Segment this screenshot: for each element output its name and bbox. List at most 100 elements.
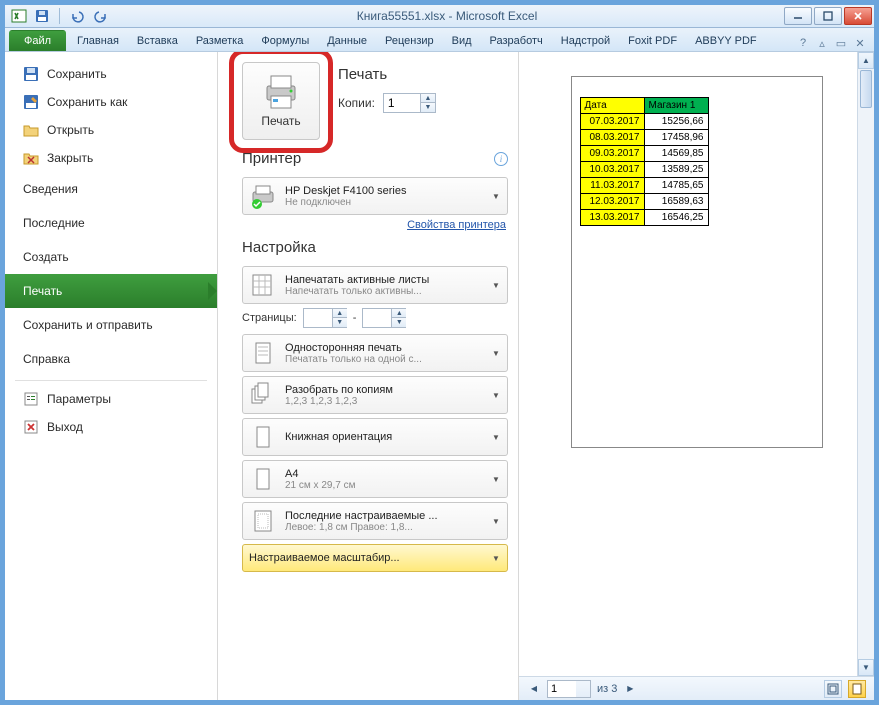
menu-options[interactable]: Параметры [5,385,217,413]
dd-title: Последние настраиваемые ... [285,510,483,522]
menu-open[interactable]: Открыть [5,116,217,144]
page-number-input[interactable] [547,680,591,698]
save-as-icon [23,94,39,110]
open-icon [23,122,39,138]
menu-label: Последние [23,216,85,230]
printer-dropdown[interactable]: HP Deskjet F4100 series Не подключен ▼ [242,177,508,215]
exit-icon [23,419,39,435]
tab-insert[interactable]: Вставка [128,30,187,51]
chevron-down-icon: ▼ [491,475,501,484]
scroll-thumb[interactable] [860,70,872,108]
tab-layout[interactable]: Разметка [187,30,253,51]
dd-sub: 1,2,3 1,2,3 1,2,3 [285,396,483,407]
page-single-icon [249,339,277,367]
dd-sub: Левое: 1,8 см Правое: 1,8... [285,522,483,533]
preview-page: ДатаМагазин 107.03.201715256,6608.03.201… [571,76,823,448]
info-icon[interactable]: i [494,152,508,166]
undo-button[interactable] [68,7,86,25]
copies-spinner[interactable]: ▲▼ [383,93,436,113]
tab-foxit[interactable]: Foxit PDF [619,30,686,51]
window-title: Книга55551.xlsx - Microsoft Excel [110,9,784,23]
paper-dropdown[interactable]: A4 21 см x 29,7 см ▼ [242,460,508,498]
copies-input[interactable] [384,94,420,112]
printer-status: Не подключен [285,197,483,208]
page-of-text: из 3 [597,683,617,695]
backstage-menu: Сохранить Сохранить как Открыть Закрыть … [5,52,218,700]
pages-to-input[interactable]: ▲▼ [362,308,406,328]
ribbon-minimize-icon[interactable]: ▵ [814,35,830,51]
spin-down-icon[interactable]: ▼ [421,103,435,112]
dd-sub: Напечатать только активны... [285,286,483,297]
tab-data[interactable]: Данные [318,30,376,51]
tab-formulas[interactable]: Формулы [252,30,318,51]
tab-file[interactable]: Файл [9,30,66,51]
menu-print[interactable]: Печать [5,274,217,308]
menu-label: Выход [47,420,83,434]
save-qat-button[interactable] [33,7,51,25]
margins-dropdown[interactable]: Последние настраиваемые ... Левое: 1,8 с… [242,502,508,540]
zoom-to-page-button[interactable] [848,680,866,698]
dd-sub: Печатать только на одной с... [285,354,483,365]
show-margins-button[interactable] [824,680,842,698]
ribbon-tabs: Файл Главная Вставка Разметка Формулы Да… [5,28,874,52]
print-settings-panel: Печать Печать Копии: ▲▼ Принтер i [218,52,518,700]
printer-properties-link[interactable]: Свойства принтера [242,219,506,231]
collate-dropdown[interactable]: Разобрать по копиям 1,2,3 1,2,3 1,2,3 ▼ [242,376,508,414]
printer-section-title: Принтер [242,150,301,167]
menu-help[interactable]: Справка [5,342,217,376]
menu-exit[interactable]: Выход [5,413,217,441]
pages-from-input[interactable]: ▲▼ [303,308,347,328]
menu-info[interactable]: Сведения [5,172,217,206]
menu-send[interactable]: Сохранить и отправить [5,308,217,342]
orientation-dropdown[interactable]: Книжная ориентация ▼ [242,418,508,456]
vertical-scrollbar[interactable]: ▲ ▼ [857,52,874,676]
menu-close[interactable]: Закрыть [5,144,217,172]
chevron-down-icon: ▼ [491,554,501,563]
chevron-down-icon: ▼ [491,433,501,442]
tab-review[interactable]: Рецензир [376,30,443,51]
excel-icon [11,8,27,24]
redo-button[interactable] [92,7,110,25]
sides-dropdown[interactable]: Односторонняя печать Печатать только на … [242,334,508,372]
menu-label: Сохранить [47,67,107,81]
minimize-button[interactable] [784,7,812,25]
menu-label: Сохранить как [47,95,127,109]
print-what-dropdown[interactable]: Напечатать активные листы Напечатать тол… [242,266,508,304]
scroll-down-icon[interactable]: ▼ [858,659,874,676]
menu-new[interactable]: Создать [5,240,217,274]
scroll-up-icon[interactable]: ▲ [858,52,874,69]
scaling-dropdown[interactable]: Настраиваемое масштабир... ▼ [242,544,508,572]
spin-up-icon[interactable]: ▲ [421,94,435,103]
printer-status-icon [249,182,277,210]
options-icon [23,391,39,407]
prev-page-button[interactable]: ◀ [527,682,541,696]
print-button-label: Печать [261,114,300,128]
help-icon[interactable]: ? [795,35,811,51]
chevron-down-icon: ▼ [491,281,501,290]
menu-save[interactable]: Сохранить [5,60,217,88]
maximize-button[interactable] [814,7,842,25]
dd-sub: 21 см x 29,7 см [285,480,483,491]
copies-label: Копии: [338,96,375,110]
print-preview-panel: ДатаМагазин 107.03.201715256,6608.03.201… [518,52,874,700]
tab-view[interactable]: Вид [443,30,481,51]
menu-save-as[interactable]: Сохранить как [5,88,217,116]
tab-addins[interactable]: Надстрой [552,30,619,51]
doc-close-icon[interactable]: ✕ [852,35,868,51]
chevron-down-icon: ▼ [491,517,501,526]
tab-developer[interactable]: Разработч [481,30,552,51]
close-button[interactable] [844,7,872,25]
next-page-button[interactable]: ▶ [623,682,637,696]
dd-title: Настраиваемое масштабир... [249,552,483,564]
doc-restore-icon[interactable]: ▭ [833,35,849,51]
sheets-icon [249,271,277,299]
paper-icon [249,465,277,493]
menu-label: Параметры [47,392,111,406]
print-button[interactable]: Печать [242,62,320,140]
menu-recent[interactable]: Последние [5,206,217,240]
pages-to-label: - [353,312,357,324]
menu-label: Закрыть [47,151,93,165]
pages-label: Страницы: [242,312,297,324]
tab-abbyy[interactable]: ABBYY PDF [686,30,766,51]
tab-home[interactable]: Главная [68,30,128,51]
